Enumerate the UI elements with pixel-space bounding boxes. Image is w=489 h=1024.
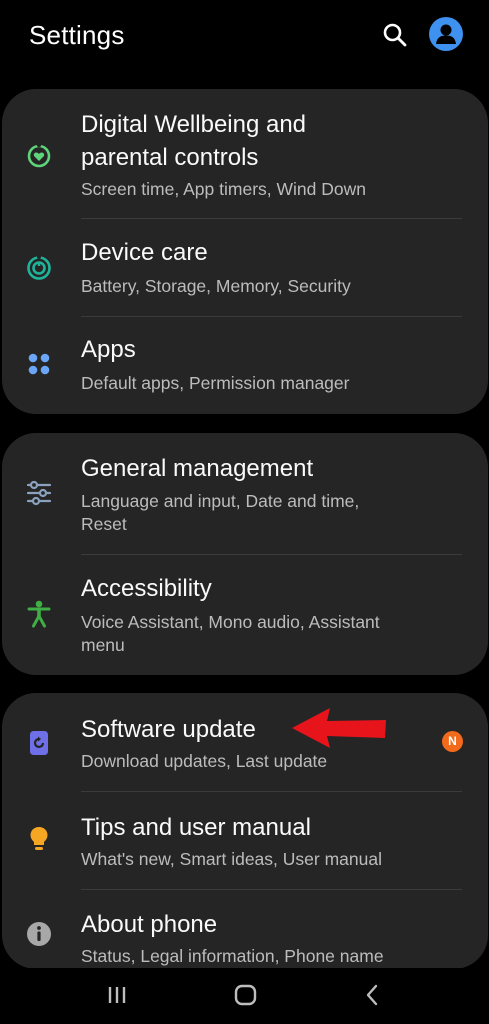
- page-title: Settings: [29, 20, 125, 50]
- list-item-accessibility[interactable]: Accessibility Voice Assistant, Mono audi…: [2, 555, 488, 675]
- annotation-arrow-icon: [290, 705, 388, 751]
- lightbulb-icon: [24, 824, 54, 854]
- list-item-apps[interactable]: Apps Default apps, Permission manager: [2, 317, 488, 414]
- item-subtitle: Default apps, Permission manager: [81, 373, 350, 393]
- item-title: Digital Wellbeing and: [81, 111, 307, 138]
- item-subtitle: Battery, Storage, Memory, Security: [81, 276, 351, 296]
- home-icon[interactable]: [225, 980, 265, 1010]
- item-subtitle: Language and input, Date and time,: [81, 491, 360, 511]
- item-title: Apps: [81, 336, 136, 363]
- item-title: Device care: [81, 239, 208, 266]
- item-subtitle: Voice Assistant, Mono audio, Assistant: [81, 612, 380, 632]
- item-title: Tips and user manual: [81, 814, 311, 841]
- info-icon: [24, 919, 54, 949]
- item-subtitle: Download updates, Last update: [81, 751, 328, 771]
- app-header: Settings: [0, 0, 489, 80]
- software-update-icon: [24, 728, 54, 758]
- profile-icon[interactable]: [429, 17, 463, 51]
- navigation-bar: [0, 968, 489, 1024]
- item-title: Accessibility: [81, 575, 212, 602]
- list-item-tips-and-user-manual[interactable]: Tips and user manual What's new, Smart i…: [2, 792, 488, 889]
- new-badge: N: [442, 731, 463, 752]
- device-care-icon: [24, 253, 54, 283]
- settings-group-2: General management Language and input, D…: [2, 433, 488, 675]
- list-item-device-care[interactable]: Device care Battery, Storage, Memory, Se…: [2, 219, 488, 316]
- accessibility-icon: [24, 599, 54, 629]
- item-subtitle: Screen time, App timers, Wind Down: [81, 179, 366, 199]
- item-title: About phone: [81, 911, 218, 938]
- list-item-software-update[interactable]: Software update Download updates, Last u…: [2, 693, 488, 791]
- settings-group-1: Digital Wellbeing and parental controls …: [2, 89, 488, 414]
- item-title: Software update: [81, 716, 256, 743]
- item-title: parental controls: [81, 144, 259, 171]
- back-icon[interactable]: [354, 980, 394, 1010]
- list-item-about-phone[interactable]: About phone Status, Legal information, P…: [2, 890, 488, 969]
- item-subtitle: Status, Legal information, Phone name: [81, 946, 384, 966]
- recents-icon[interactable]: [98, 980, 138, 1010]
- item-title: General management: [81, 455, 314, 482]
- item-subtitle: Reset: [81, 514, 127, 534]
- sliders-icon: [24, 478, 54, 508]
- list-item-digital-wellbeing[interactable]: Digital Wellbeing and parental controls …: [2, 89, 488, 218]
- settings-group-3: Software update Download updates, Last u…: [2, 693, 488, 969]
- list-item-general-management[interactable]: General management Language and input, D…: [2, 433, 488, 554]
- item-subtitle: menu: [81, 635, 125, 655]
- item-subtitle: What's new, Smart ideas, User manual: [81, 849, 382, 869]
- digital-wellbeing-icon: [24, 141, 54, 171]
- apps-grid-icon: [24, 349, 54, 379]
- search-icon[interactable]: [381, 21, 409, 49]
